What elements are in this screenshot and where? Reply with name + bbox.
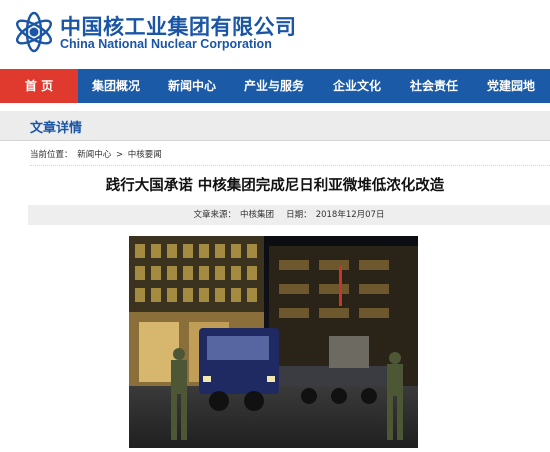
nav-item-news-center[interactable]: 新闻中心	[154, 69, 230, 103]
breadcrumb-link-cnnc-news[interactable]: 中核要闻	[128, 150, 162, 160]
nav-item-group-overview[interactable]: 集团概况	[78, 69, 154, 103]
cnnc-logo-icon[interactable]	[12, 10, 56, 54]
night-convoy-photo	[129, 236, 418, 448]
breadcrumb-link-news-center[interactable]: 新闻中心	[77, 150, 111, 160]
org-name-en[interactable]: China National Nuclear Corporation	[60, 37, 272, 51]
nav-item-corporate-culture[interactable]: 企业文化	[318, 69, 396, 103]
nav-item-industry-services[interactable]: 产业与服务	[230, 69, 318, 103]
breadcrumb: 当前位置： 新闻中心 > 中核要闻	[30, 144, 550, 166]
photo-scene	[129, 236, 418, 448]
nav-item-home[interactable]: 首 页	[0, 69, 78, 103]
article-date: 2018年12月07日	[315, 210, 385, 220]
article-source: 中核集团	[240, 210, 275, 220]
section-title: 文章详情	[30, 121, 83, 136]
breadcrumb-prefix: 当前位置：	[30, 150, 73, 160]
article-title: 践行大国承诺 中核集团完成尼日利亚微堆低浓化改造	[105, 178, 445, 194]
section-header: 文章详情	[0, 111, 550, 141]
site-header: 中国核工业集团有限公司 China National Nuclear Corpo…	[0, 0, 550, 66]
main-nav: 首 页 集团概况 新闻中心 产业与服务 企业文化 社会责任 党建园地	[0, 69, 550, 103]
date-label: 日期：	[286, 210, 312, 220]
nav-item-social-responsibility[interactable]: 社会责任	[396, 69, 472, 103]
breadcrumb-separator: >	[115, 150, 124, 160]
article-meta: 文章来源： 中核集团 日期： 2018年12月07日	[28, 205, 550, 225]
source-label: 文章来源：	[193, 210, 237, 220]
nav-item-party-building[interactable]: 党建园地	[472, 69, 550, 103]
